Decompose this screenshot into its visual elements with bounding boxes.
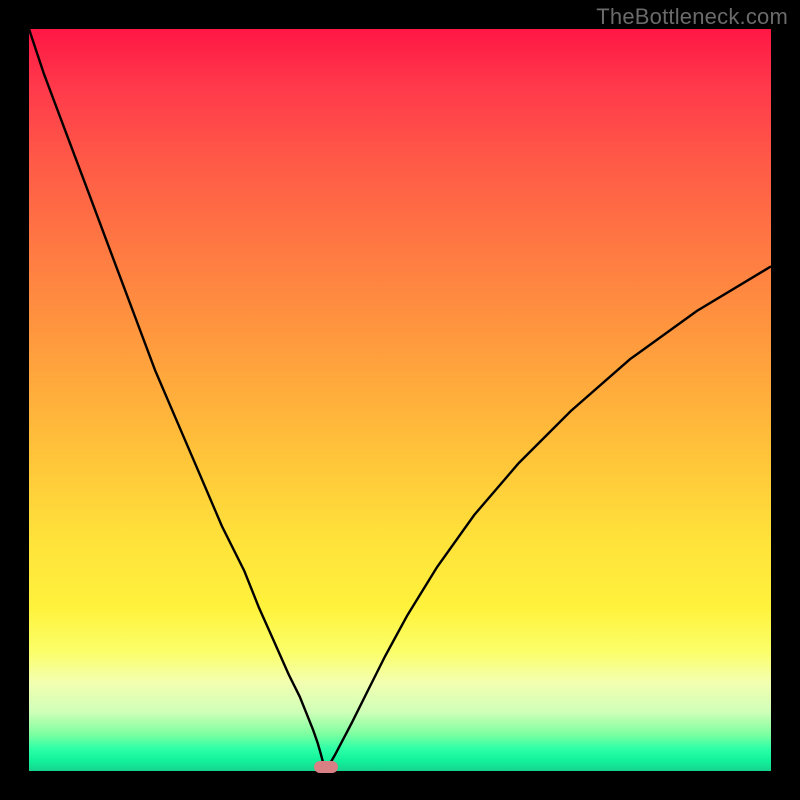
- curve-layer: [29, 29, 771, 771]
- plot-area: [29, 29, 771, 771]
- watermark-text: TheBottleneck.com: [596, 4, 788, 30]
- optimum-marker: [314, 761, 338, 773]
- bottleneck-curve: [29, 29, 771, 767]
- chart-frame: TheBottleneck.com: [0, 0, 800, 800]
